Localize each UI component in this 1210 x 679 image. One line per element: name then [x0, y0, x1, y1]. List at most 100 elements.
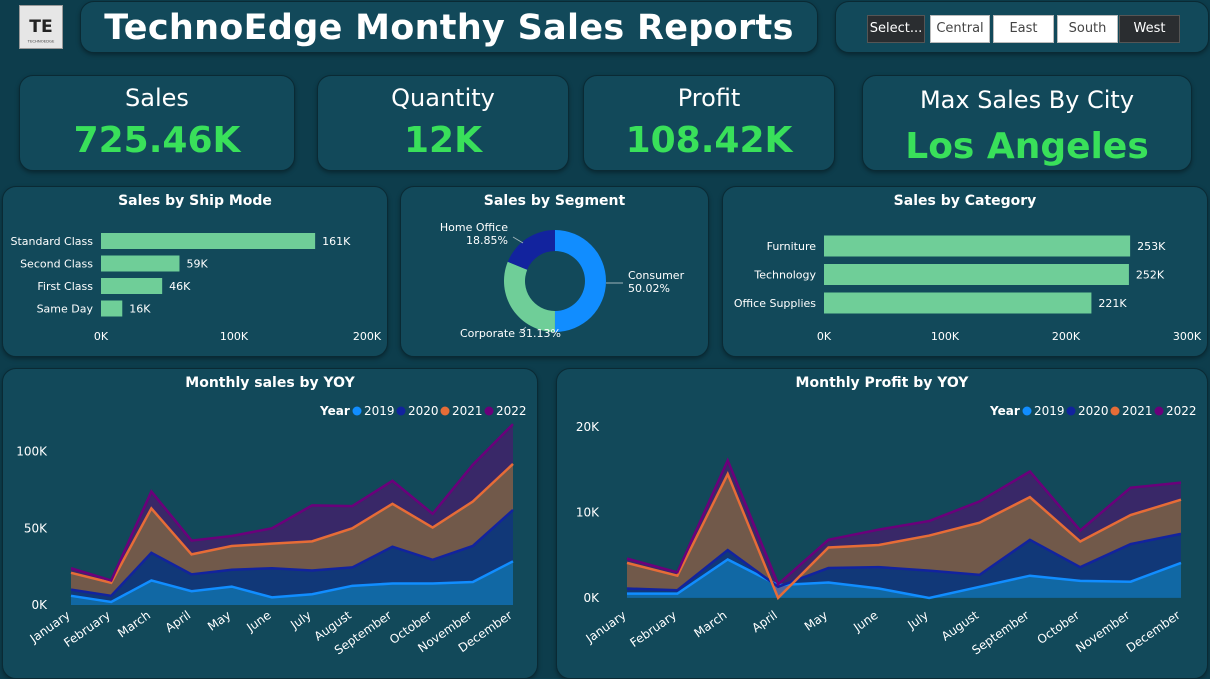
x-tick-label: January [583, 608, 629, 646]
y-tick-label: 50K [24, 521, 48, 535]
legend-label: 2020 [1078, 404, 1109, 418]
legend-marker [484, 406, 494, 416]
ship-mode-chart-panel: Sales by Ship Mode Standard Class 161K Sec… [2, 186, 388, 357]
x-tick-label: December [1124, 608, 1183, 655]
monthly-sales-area-chart: Year 2019 2020 2021 20220K50K100KJanuaryFebr… [16, 404, 526, 658]
x-tick-label: June [243, 608, 273, 635]
data-label: 46K [169, 280, 191, 293]
kpi-label: Max Sales By City [919, 86, 1135, 114]
category-chart-panel: Sales by Category Furniture 253K Technolog… [722, 186, 1208, 357]
legend-marker [352, 406, 362, 416]
x-tick-label: August [939, 608, 982, 644]
category-label: First Class [37, 280, 93, 293]
x-tick-label: April [163, 608, 194, 635]
monthly-profit-panel: Monthly Profit by YOY Year 2019 2020 2021 20… [556, 368, 1208, 679]
kpi-value: 108.42K [625, 120, 793, 161]
x-tick-label: 300K [1173, 330, 1202, 343]
ship-mode-chart: Standard Class 161K Second Class 59K First C… [11, 233, 382, 343]
svg-text:TECHNOEDGE: TECHNOEDGE [27, 38, 55, 43]
x-tick-label: November [1073, 608, 1132, 655]
slice-name: Home Office [440, 221, 508, 234]
category-label: Same Day [37, 303, 94, 316]
legend-label: 2022 [1166, 404, 1197, 418]
x-tick-label: June [850, 608, 880, 635]
category-label: Second Class [20, 258, 93, 271]
title-panel: TechnoEdge Monthy Sales Reports [80, 1, 818, 53]
segment-chart-panel: Sales by Segment Consumer 50.02% Corporate… [400, 186, 709, 357]
legend-marker [396, 406, 406, 416]
x-tick-label: 100K [220, 330, 249, 343]
category-label: Standard Class [11, 235, 94, 248]
category-label: Office Supplies [734, 297, 816, 310]
legend-label: 2021 [1122, 404, 1153, 418]
bar [101, 278, 163, 294]
donut-slice-corporate [504, 261, 555, 332]
slicer-west[interactable]: West [1119, 15, 1180, 43]
kpi-value: 725.46K [73, 120, 241, 161]
data-label: 59K [186, 258, 208, 271]
kpi-label: Profit [677, 84, 741, 112]
legend-title: Year [319, 404, 350, 418]
data-label: 253K [1137, 240, 1166, 253]
y-tick-label: 0K [31, 598, 48, 612]
bar [101, 233, 316, 249]
data-label: 252K [1136, 269, 1165, 282]
x-tick-label: May [205, 608, 233, 634]
slicer-east[interactable]: East [993, 15, 1054, 43]
monthly-profit-area-chart: Year 2019 2020 2021 2022 0K 10K 20K JanuaryFebru… [576, 404, 1197, 658]
kpi-card-profit: Profit 108.42K [583, 75, 835, 171]
x-tick-label: May [802, 608, 830, 634]
kpi-value: 12K [404, 120, 482, 161]
legend-marker [1066, 406, 1076, 416]
legend-marker [1110, 406, 1120, 416]
company-logo: TE TECHNOEDGE [19, 5, 63, 49]
x-tick-label: 0K [94, 330, 109, 343]
slice-percent: 18.85% [466, 234, 508, 247]
kpi-card-sales: Sales 725.46K [19, 75, 295, 171]
segment-donut-chart: Consumer50.02% Corporate 31.13% Home Office… [440, 221, 685, 340]
legend-label: 2020 [408, 404, 439, 418]
x-tick-label: July [904, 608, 931, 632]
legend-marker [440, 406, 450, 416]
y-tick-label: 20K [576, 420, 600, 434]
x-tick-label: 100K [931, 330, 960, 343]
x-tick-label: 200K [353, 330, 382, 343]
x-tick-label: July [287, 608, 314, 632]
x-tick-label: 200K [1052, 330, 1081, 343]
legend-marker [1154, 406, 1164, 416]
x-tick-label: 0K [817, 330, 832, 343]
slice-percent: 31.13% [519, 327, 561, 340]
data-label: 16K [129, 303, 151, 316]
slicer-south[interactable]: South [1057, 15, 1118, 43]
bar [101, 255, 180, 272]
legend-label: 2019 [364, 404, 395, 418]
legend-label: 2019 [1034, 404, 1065, 418]
kpi-card-quantity: Quantity 12K [317, 75, 569, 171]
x-tick-label: March [691, 608, 729, 640]
slice-name: Consumer [628, 269, 685, 282]
kpi-label: Sales [125, 84, 189, 112]
x-tick-label: February [627, 608, 679, 650]
bar [824, 292, 1092, 314]
legend-marker [1022, 406, 1032, 416]
data-label: 161K [322, 235, 351, 248]
category-chart: Furniture 253K Technology 252K Office Suppli… [734, 235, 1202, 343]
data-label: 221K [1098, 297, 1127, 310]
page-title: TechnoEdge Monthy Sales Reports [104, 8, 794, 48]
bar [824, 235, 1131, 257]
kpi-card-max-city: Max Sales By City Los Angeles [862, 75, 1192, 171]
category-label: Furniture [767, 240, 817, 253]
monthly-sales-panel: Monthly sales by YOY Year 2019 2020 2021 202… [2, 368, 538, 679]
slicer-central[interactable]: Central [930, 15, 990, 43]
leader-line [512, 236, 524, 244]
y-tick-label: 0K [583, 591, 600, 605]
bar [824, 264, 1129, 285]
legend-title: Year [989, 404, 1020, 418]
x-tick-label: March [115, 608, 153, 640]
bar [101, 300, 123, 317]
svg-text:TE: TE [29, 17, 52, 37]
x-tick-label: April [749, 608, 780, 635]
slice-percent: 50.02% [628, 282, 670, 295]
kpi-value: Los Angeles [905, 126, 1149, 167]
slicer-select-all[interactable]: Select... [867, 15, 925, 43]
